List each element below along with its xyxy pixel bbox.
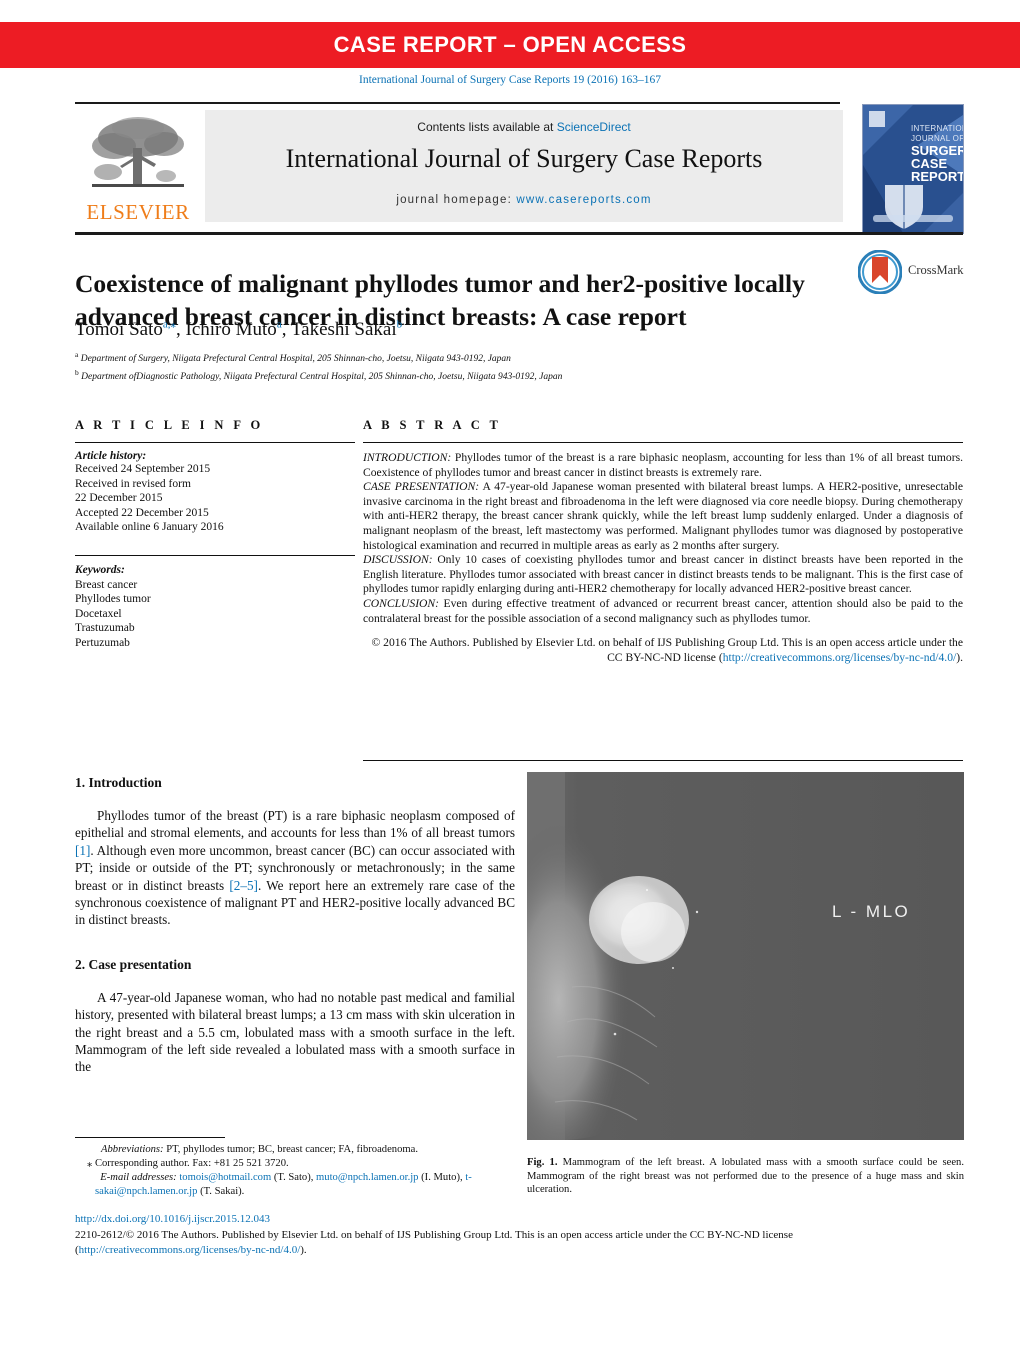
abstract-label: INTRODUCTION: <box>363 451 452 464</box>
history-item: Received 24 September 2015 <box>75 463 211 475</box>
footnote-corresponding-author: ⁎ Corresponding author. Fax: +81 25 521 … <box>87 1158 289 1169</box>
abstract-bottom-rule <box>363 760 963 761</box>
abbrev-label: Abbreviations: <box>101 1144 164 1155</box>
cc-license-link[interactable]: http://creativecommons.org/licenses/by-n… <box>723 651 957 664</box>
header-bottom-rule <box>75 232 963 235</box>
email-owner-sakai: (T. Sakai). <box>197 1186 245 1197</box>
contents-prefix: Contents lists available at <box>417 120 557 134</box>
crossmark-label: CrossMark <box>908 263 964 277</box>
footer-doi-block: http://dx.doi.org/10.1016/j.ijscr.2015.1… <box>75 1212 963 1258</box>
history-item: 22 December 2015 <box>75 492 163 504</box>
journal-citation-line: International Journal of Surgery Case Re… <box>359 74 661 86</box>
footer-license-link[interactable]: http://creativecommons.org/licenses/by-n… <box>79 1244 301 1256</box>
keyword-item: Phyllodes tumor <box>75 593 151 605</box>
figure-caption: Fig. 1. Mammogram of the left breast. A … <box>527 1156 964 1197</box>
article-history-label: Article history: <box>75 450 147 462</box>
keyword-list: Breast cancer Phyllodes tumor Docetaxel … <box>75 578 355 651</box>
open-access-banner: CASE REPORT – OPEN ACCESS <box>0 22 1020 68</box>
keywords-label: Keywords: <box>75 563 125 576</box>
issn-copyright-line: 2210-2612/© 2016 The Authors. Published … <box>75 1228 963 1258</box>
info-divider-1 <box>75 442 355 443</box>
authors-text: Tomoi Satoa,⁎, Ichiro Mutoa, Takeshi Sak… <box>75 319 403 341</box>
mammogram-image: L - MLO <box>527 772 964 1140</box>
abstract-body: Even during effective treatment of advan… <box>363 596 963 625</box>
mammogram-view-label: L - MLO <box>832 902 910 921</box>
keyword-item: Breast cancer <box>75 578 138 591</box>
body-left-column: 1. Introduction Phyllodes tumor of the b… <box>75 775 515 1076</box>
heading-case-presentation: 2. Case presentation <box>75 956 192 972</box>
citation-ref-2-5[interactable]: [2–5] <box>229 878 258 893</box>
journal-homepage-line: journal homepage: www.casereports.com <box>205 194 843 206</box>
footnote-abbreviations: Abbreviations: PT, phyllodes tumor; BC, … <box>75 1143 520 1157</box>
figure-number: Fig. 1. <box>527 1157 558 1168</box>
email-owner-muto: (I. Muto), <box>418 1172 466 1183</box>
homepage-url-link[interactable]: www.casereports.com <box>516 194 651 206</box>
doi-link[interactable]: http://dx.doi.org/10.1016/j.ijscr.2015.1… <box>75 1212 963 1227</box>
figure-caption-text: Mammogram of the left breast. A lobulate… <box>527 1157 964 1196</box>
crossmark-badge[interactable]: CrossMark <box>858 250 964 296</box>
keyword-item: Docetaxel <box>75 607 122 620</box>
header-top-rule <box>75 102 840 104</box>
abstract-copyright: © 2016 The Authors. Published by Elsevie… <box>363 635 963 665</box>
mammogram-graphic: L - MLO <box>527 772 964 1140</box>
elsevier-wordmark: ELSEVIER <box>86 200 190 224</box>
abstract-section-conclusion: CONCLUSION: Even during effective treatm… <box>363 597 963 626</box>
affiliation-b: b Department ofDiagnostic Pathology, Nii… <box>75 368 563 383</box>
abstract-body: Phyllodes tumor of the breast is a rare … <box>363 451 963 479</box>
journal-cover-art: INTERNATIONAL JOURNAL OF SURGERY CASE RE… <box>863 105 963 233</box>
copyright-suffix: ). <box>956 651 963 665</box>
elsevier-tree-icon <box>92 117 184 187</box>
svg-text:REPORTS: REPORTS <box>911 169 963 184</box>
figure-1: L - MLO <box>527 772 964 1140</box>
journal-title: International Journal of Surgery Case Re… <box>285 144 763 173</box>
svg-text:JOURNAL OF: JOURNAL OF <box>911 134 963 143</box>
article-history-list: Received 24 September 2015 Received in r… <box>75 462 355 535</box>
article-info-heading: A R T I C L E I N F O <box>75 418 264 432</box>
contents-available-line: Contents lists available at ScienceDirec… <box>205 120 843 134</box>
info-divider-2 <box>75 554 355 556</box>
footnote-emails: E-mail addresses: tomois@hotmail.com (T.… <box>75 1171 520 1199</box>
abstract-label: DISCUSSION: <box>363 553 433 567</box>
abstract-column: A B S T R A C T INTRODUCTION: Phyllodes … <box>363 418 963 665</box>
crossmark-icon <box>858 250 902 294</box>
intro-text-a: Phyllodes tumor of the breast (PT) is a … <box>75 808 515 841</box>
abstract-body: Only 10 cases of coexisting phyllodes tu… <box>363 553 963 596</box>
homepage-prefix: journal homepage: <box>396 194 517 206</box>
email-owner-sato: (T. Sato), <box>271 1172 317 1183</box>
affiliation-a: a Department of Surgery, Niigata Prefect… <box>75 350 511 365</box>
svg-text:INTERNATIONAL: INTERNATIONAL <box>911 124 963 133</box>
heading-introduction: 1. Introduction <box>75 775 162 790</box>
footnotes-block: Abbreviations: PT, phyllodes tumor; BC, … <box>75 1143 520 1199</box>
abstract-section-discussion: DISCUSSION: Only 10 cases of coexisting … <box>363 553 963 597</box>
abstract-section-case-presentation: CASE PRESENTATION: A 47-year-old Japanes… <box>363 480 963 553</box>
abstract-heading: A B S T R A C T <box>363 418 502 432</box>
paragraph-case-presentation: A 47-year-old Japanese woman, who had no… <box>75 989 515 1075</box>
sciencedirect-link[interactable]: ScienceDirect <box>557 120 631 134</box>
footer-license-suffix: ). <box>300 1244 307 1256</box>
keyword-item: Trastuzumab <box>75 622 135 634</box>
paragraph-introduction: Phyllodes tumor of the breast (PT) is a … <box>75 807 515 929</box>
history-item: Received in revised form <box>75 477 191 490</box>
article-info-column: A R T I C L E I N F O Article history: R… <box>75 418 355 650</box>
citation-ref-1[interactable]: [1] <box>75 843 90 858</box>
abstract-section-introduction: INTRODUCTION: Phyllodes tumor of the bre… <box>363 451 963 480</box>
abstract-divider <box>363 442 963 443</box>
abstract-label: CONCLUSION: <box>363 596 440 610</box>
author-list: Tomoi Satoa,⁎, Ichiro Mutoa, Takeshi Sak… <box>75 318 875 341</box>
email-label: E-mail addresses: <box>100 1172 177 1183</box>
affiliations: a Department of Surgery, Niigata Prefect… <box>75 348 875 384</box>
elsevier-logo: ELSEVIER <box>78 110 198 228</box>
abstract-label: CASE PRESENTATION: <box>363 480 480 494</box>
abbrev-text: PT, phyllodes tumor; BC, breast cancer; … <box>163 1144 418 1155</box>
journal-header-box: Contents lists available at ScienceDirec… <box>205 110 843 222</box>
history-item: Available online 6 January 2016 <box>75 521 224 533</box>
document-page: CASE REPORT – OPEN ACCESS International … <box>0 0 1020 1351</box>
keyword-item: Pertuzumab <box>75 636 130 649</box>
history-item: Accepted 22 December 2015 <box>75 506 209 519</box>
banner-label: CASE REPORT – OPEN ACCESS <box>333 32 687 57</box>
email-link-muto[interactable]: muto@npch.lamen.or.jp <box>316 1172 418 1183</box>
journal-cover-thumbnail: INTERNATIONAL JOURNAL OF SURGERY CASE RE… <box>862 104 964 234</box>
footnote-rule <box>75 1137 225 1138</box>
email-link-sato[interactable]: tomois@hotmail.com <box>179 1172 271 1183</box>
